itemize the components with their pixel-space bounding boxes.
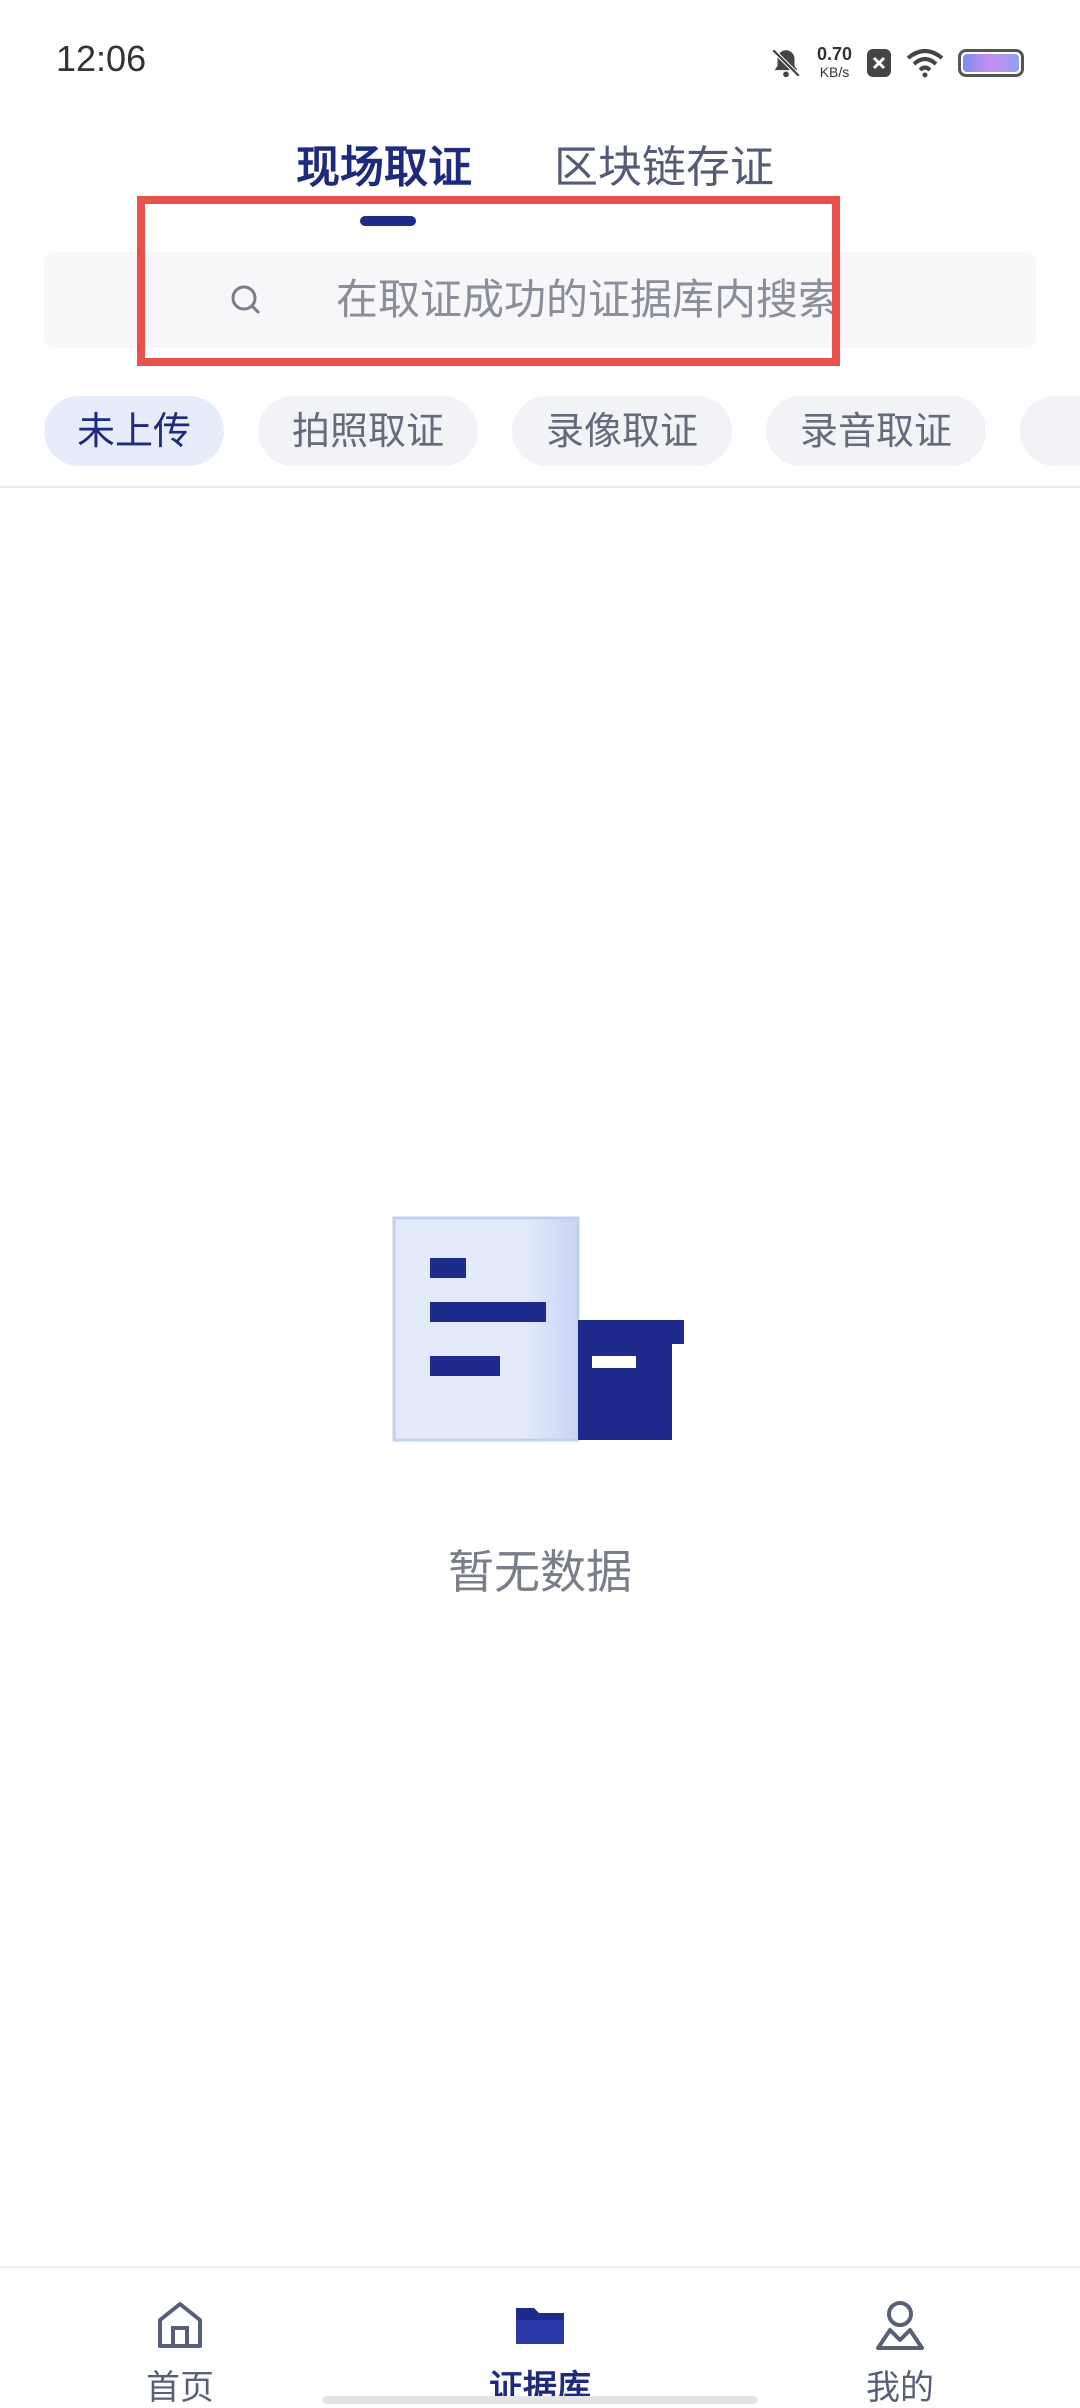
chip-video-evidence[interactable]: 录像取证: [512, 396, 732, 466]
nav-item-home[interactable]: 首页: [80, 2268, 280, 2408]
net-speed: 0.70 KB/s: [817, 45, 852, 81]
home-indicator: [322, 2396, 758, 2404]
bottom-nav: 首页 证据库 我的: [0, 2266, 1080, 2408]
user-icon: [876, 2301, 924, 2350]
chip-not-uploaded[interactable]: 未上传: [44, 396, 224, 466]
filter-chips: 未上传 拍照取证 录像取证 录音取证: [0, 396, 1080, 470]
net-speed-value: 0.70: [816, 44, 852, 64]
status-bar: 12:06 0.70 KB/s: [0, 0, 1080, 120]
folder-icon: [516, 2308, 564, 2344]
nav-label-home: 首页: [146, 2368, 214, 2408]
nav-item-evidence[interactable]: 证据库: [440, 2268, 640, 2408]
wifi-icon: [906, 49, 944, 78]
status-time: 12:06: [56, 38, 147, 79]
chip-more[interactable]: [1020, 396, 1080, 466]
status-icons: 0.70 KB/s: [769, 40, 1024, 86]
chip-audio-evidence[interactable]: 录音取证: [766, 396, 986, 466]
battery-icon: [958, 49, 1024, 77]
chip-photo-evidence[interactable]: 拍照取证: [258, 396, 478, 466]
mute-bell-icon: [771, 48, 801, 78]
highlight-box: [137, 196, 840, 366]
net-speed-unit: KB/s: [819, 64, 850, 80]
close-box-icon: [867, 49, 891, 77]
nav-label-profile: 我的: [866, 2368, 934, 2408]
empty-box-icon: [392, 1216, 684, 1442]
home-icon: [158, 2302, 202, 2348]
empty-state-message: 暂无数据: [448, 1545, 632, 1599]
chips-divider: [0, 486, 1080, 488]
nav-item-profile[interactable]: 我的: [800, 2268, 1000, 2408]
